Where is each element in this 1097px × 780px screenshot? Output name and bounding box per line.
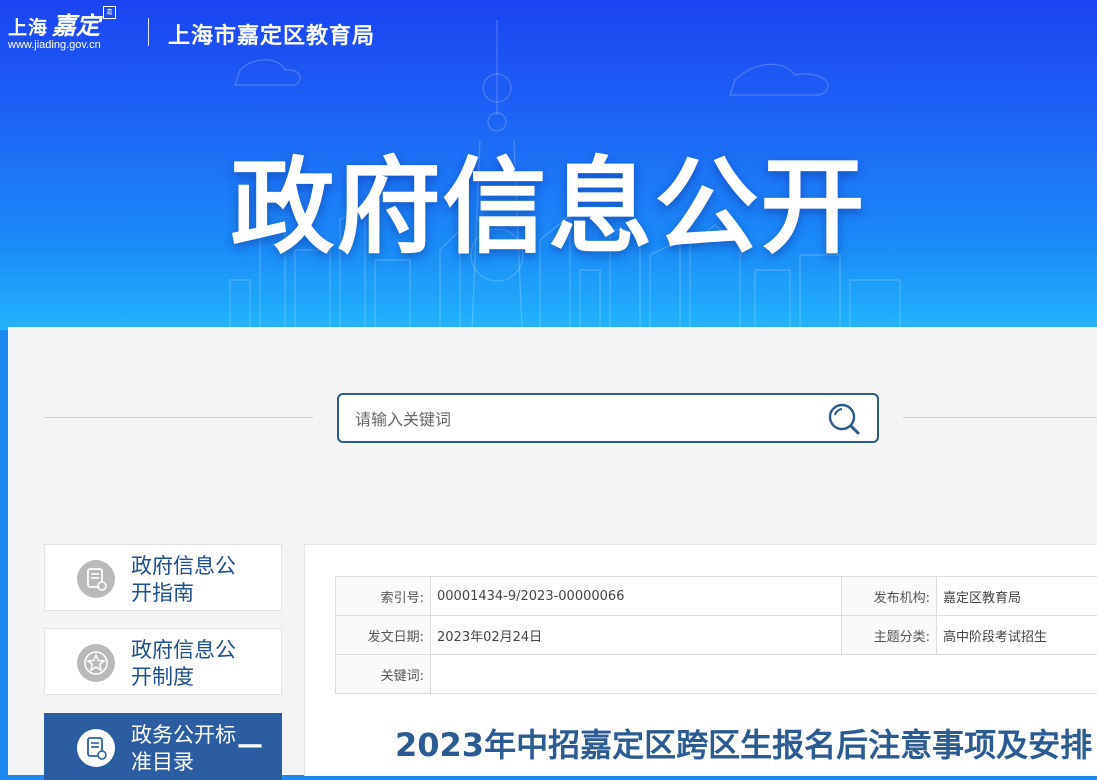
hero-banner: 上海嘉定嘉 www.jiading.gov.cn 上海市嘉定区教育局 政府信息公… — [0, 0, 1097, 330]
search-divider-right — [903, 417, 1097, 418]
document-icon — [77, 560, 115, 598]
sidebar-item-label: 政务公开标准目录 — [131, 722, 241, 776]
site-logo[interactable]: 上海嘉定嘉 www.jiading.gov.cn — [8, 6, 116, 51]
main-panel: 政府信息公开指南 政府信息公开制度 政务公开标准目录 — 索引号: 000 — [8, 327, 1097, 775]
document-icon — [77, 729, 115, 767]
sidebar-item-system[interactable]: 政府信息公开制度 — [44, 628, 282, 695]
date-label: 发文日期: — [336, 616, 431, 655]
sidebar-item-label: 政府信息公开指南 — [131, 553, 241, 607]
publisher-value: 嘉定区教育局 — [937, 577, 1097, 616]
keyword-label: 关键词: — [336, 655, 431, 694]
star-icon — [77, 644, 115, 682]
logo-script: 嘉定 — [52, 11, 100, 40]
index-value: 00001434-9/2023-00000066 — [431, 577, 842, 616]
article-card: 索引号: 00001434-9/2023-00000066 发布机构: 嘉定区教… — [304, 544, 1097, 776]
search-icon[interactable] — [827, 402, 861, 436]
index-label: 索引号: — [336, 577, 431, 616]
topic-label: 主题分类: — [842, 616, 937, 655]
table-row: 索引号: 00001434-9/2023-00000066 发布机构: 嘉定区教… — [336, 577, 1097, 616]
search-divider-left — [44, 417, 313, 418]
search-input[interactable] — [353, 405, 817, 433]
date-value: 2023年02月24日 — [431, 616, 842, 655]
article-title: 2023年中招嘉定区跨区生报名后注意事项及安排 — [395, 720, 1092, 766]
table-row: 关键词: — [336, 655, 1097, 694]
topic-value: 高中阶段考试招生 — [937, 616, 1097, 655]
publisher-label: 发布机构: — [842, 577, 937, 616]
sidebar-item-catalog[interactable]: 政务公开标准目录 — — [44, 713, 282, 780]
keyword-value — [431, 655, 1097, 694]
collapse-toggle[interactable]: — — [237, 730, 263, 760]
sidebar-item-guide[interactable]: 政府信息公开指南 — [44, 544, 282, 611]
hero-title: 政府信息公开 — [0, 122, 1097, 273]
header-divider — [148, 18, 149, 46]
logo-url: www.jiading.gov.cn — [8, 39, 116, 51]
sidebar-item-label: 政府信息公开制度 — [131, 637, 241, 691]
logo-seal: 嘉 — [103, 6, 116, 19]
metadata-table: 索引号: 00001434-9/2023-00000066 发布机构: 嘉定区教… — [335, 576, 1097, 694]
logo-text: 上海 — [8, 17, 48, 39]
search-bar — [337, 393, 879, 443]
bureau-name[interactable]: 上海市嘉定区教育局 — [168, 18, 375, 50]
table-row: 发文日期: 2023年02月24日 主题分类: 高中阶段考试招生 — [336, 616, 1097, 655]
